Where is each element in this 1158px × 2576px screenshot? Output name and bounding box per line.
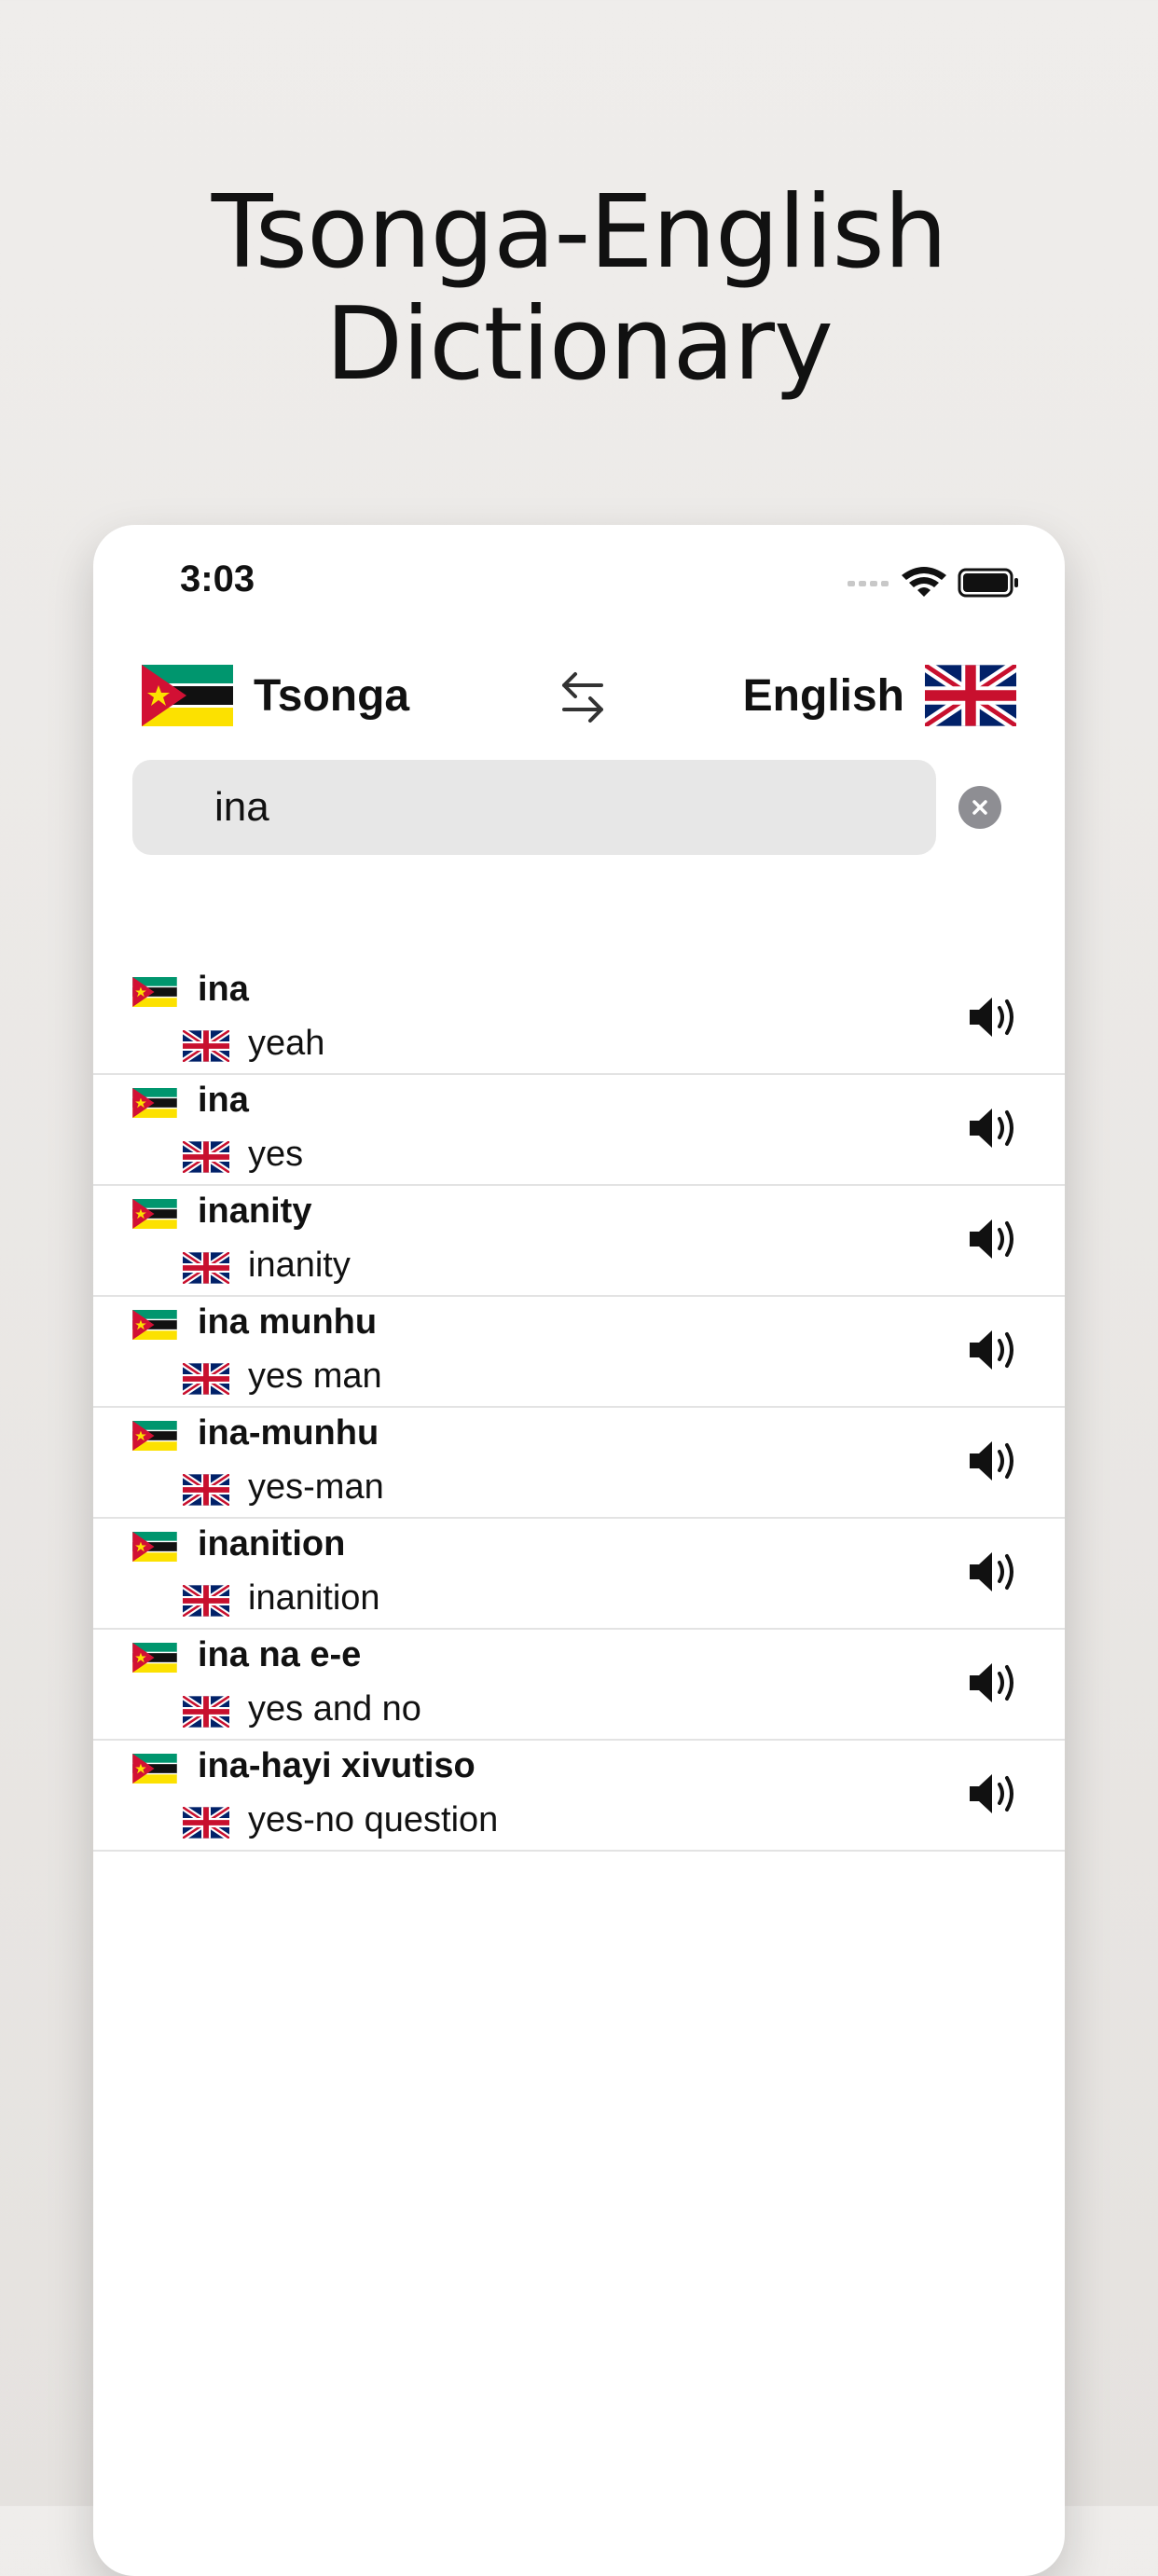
- result-row[interactable]: inanity inanity: [93, 1186, 1065, 1297]
- result-term: inanity: [198, 1192, 312, 1231]
- result-term: ina munhu: [198, 1302, 378, 1342]
- uk-flag-icon: [183, 1807, 229, 1839]
- result-term: ina-munhu: [198, 1413, 379, 1453]
- target-language-selector[interactable]: English: [743, 665, 1016, 726]
- result-term: inanition: [198, 1524, 346, 1564]
- source-language-selector[interactable]: Tsonga: [142, 665, 409, 726]
- result-row[interactable]: ina-hayi xivutiso yes-no question: [93, 1741, 1065, 1852]
- page-headline: Tsonga-English Dictionary: [0, 177, 1158, 401]
- headline-text: Tsonga-English Dictionary: [211, 174, 948, 403]
- result-term: ina: [198, 970, 249, 1009]
- result-translation: yes: [248, 1135, 304, 1174]
- mozambique-flag-icon: [132, 1310, 177, 1340]
- phone-screen: 3:03 Tsonga English ina ina yeah ina yes…: [93, 525, 1065, 2576]
- result-row[interactable]: inanition inanition: [93, 1519, 1065, 1630]
- speaker-icon[interactable]: [968, 1770, 1022, 1817]
- result-translation: yes and no: [248, 1689, 421, 1729]
- result-translation: yes-man: [248, 1467, 384, 1507]
- cellular-signal-icon: [848, 581, 889, 586]
- speaker-icon[interactable]: [968, 1216, 1022, 1262]
- uk-flag-icon: [183, 1696, 229, 1728]
- uk-flag-icon: [183, 1141, 229, 1173]
- uk-flag-icon: [925, 665, 1016, 726]
- results-list: ina yeah ina yes inanity inanity ina mun…: [93, 964, 1065, 1852]
- mozambique-flag-icon: [132, 1088, 177, 1118]
- result-row[interactable]: ina yes: [93, 1075, 1065, 1186]
- speaker-icon[interactable]: [968, 1660, 1022, 1706]
- result-translation: yeah: [248, 1024, 325, 1063]
- search-input[interactable]: [213, 783, 869, 832]
- wifi-icon: [902, 567, 946, 597]
- uk-flag-icon: [183, 1030, 229, 1062]
- speaker-icon[interactable]: [968, 1105, 1022, 1151]
- status-icons: [848, 567, 1018, 598]
- source-language-name: Tsonga: [254, 670, 410, 721]
- result-row[interactable]: ina munhu yes man: [93, 1297, 1065, 1408]
- target-language-name: English: [742, 670, 904, 721]
- mozambique-flag-icon: [142, 665, 233, 726]
- result-translation: inanity: [248, 1246, 351, 1285]
- uk-flag-icon: [183, 1585, 229, 1617]
- clear-icon: [972, 800, 987, 815]
- uk-flag-icon: [183, 1252, 229, 1284]
- result-row[interactable]: ina-munhu yes-man: [93, 1408, 1065, 1519]
- mozambique-flag-icon: [132, 1199, 177, 1229]
- speaker-icon[interactable]: [968, 994, 1022, 1040]
- mozambique-flag-icon: [132, 1532, 177, 1562]
- result-translation: yes-no question: [248, 1800, 499, 1839]
- swap-arrows-icon[interactable]: [555, 665, 611, 730]
- language-bar: Tsonga English: [93, 665, 1065, 739]
- uk-flag-icon: [183, 1363, 229, 1395]
- result-term: ina-hayi xivutiso: [198, 1746, 476, 1785]
- result-translation: inanition: [248, 1578, 380, 1618]
- mozambique-flag-icon: [132, 977, 177, 1007]
- mozambique-flag-icon: [132, 1421, 177, 1451]
- uk-flag-icon: [183, 1474, 229, 1506]
- status-time: 3:03: [180, 558, 255, 599]
- search-field[interactable]: [132, 760, 936, 855]
- clear-search-button[interactable]: [958, 786, 1001, 829]
- speaker-icon[interactable]: [968, 1438, 1022, 1484]
- battery-icon: [958, 568, 1018, 598]
- result-term: ina: [198, 1081, 249, 1120]
- result-row[interactable]: ina yeah: [93, 964, 1065, 1075]
- speaker-icon[interactable]: [968, 1327, 1022, 1373]
- mozambique-flag-icon: [132, 1754, 177, 1784]
- result-translation: yes man: [248, 1357, 382, 1396]
- mozambique-flag-icon: [132, 1643, 177, 1673]
- result-term: ina na e-e: [198, 1635, 362, 1674]
- result-row[interactable]: ina na e-e yes and no: [93, 1630, 1065, 1741]
- speaker-icon[interactable]: [968, 1549, 1022, 1595]
